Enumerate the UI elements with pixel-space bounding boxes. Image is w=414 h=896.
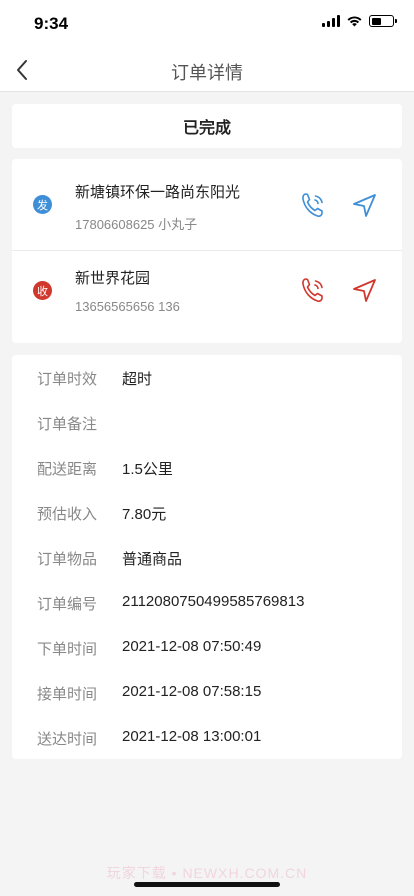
detail-value: 211208075049958576981​3 xyxy=(122,593,305,610)
detail-label: 配送距离 xyxy=(37,461,98,478)
watermark: 玩家下载 • NEWXH.COM.CN xyxy=(106,865,308,881)
order-details-card: 订单时效 超时 订单备注 配送距离 1.5公里 预估收入 7.80元 订单物品 … xyxy=(12,355,402,759)
address-card: 发 新塘镇环保一路尚东阳光 17806608625 小丸子 收 新世界花园 13… xyxy=(12,159,402,343)
detail-value: 7.80元 xyxy=(122,506,167,523)
status-time: 9:34 xyxy=(34,14,69,33)
receiver-call-button[interactable] xyxy=(298,275,328,305)
detail-row-order-number: 订单编号 211208075049958576981​3 xyxy=(12,580,402,625)
sender-badge: 发 xyxy=(33,195,52,214)
detail-row-order-time: 下单时间 2021-12-08 07:50:49 xyxy=(12,625,402,670)
detail-row-income: 预估收入 7.80元 xyxy=(12,490,402,535)
detail-row-accept-time: 接单时间 2021-12-08 07:58:15 xyxy=(12,670,402,715)
sender-row: 发 新塘镇环保一路尚东阳光 17806608625 小丸子 xyxy=(12,159,402,251)
page-title: 订单详情 xyxy=(171,63,243,83)
navigation-arrow-icon xyxy=(353,279,376,302)
detail-row-timeliness: 订单时效 超时 xyxy=(12,355,402,400)
sender-contact: 17806608625 小丸子 xyxy=(75,217,198,232)
detail-label: 订单物品 xyxy=(37,551,98,568)
detail-value: 2021-12-08 07:50:49 xyxy=(122,638,262,655)
receiver-contact: 13656565656 136 xyxy=(75,299,180,314)
home-indicator xyxy=(134,882,280,887)
navigation-arrow-icon xyxy=(353,194,376,217)
detail-value: 1.5公里 xyxy=(122,461,173,478)
detail-value: 2021-12-08 13:00:01 xyxy=(122,728,262,745)
receiver-navigate-button[interactable] xyxy=(350,275,380,305)
nav-bar: 订单详情 xyxy=(0,48,414,92)
phone-icon xyxy=(302,193,323,217)
detail-row-distance: 配送距离 1.5公里 xyxy=(12,445,402,490)
detail-label: 订单编号 xyxy=(37,596,98,613)
detail-row-goods: 订单物品 普通商品 xyxy=(12,535,402,580)
detail-value: 普通商品 xyxy=(122,551,183,568)
detail-row-delivered-time: 送达时间 2021-12-08 13:00:01 xyxy=(12,715,402,760)
detail-row-remark: 订单备注 xyxy=(12,400,402,445)
sender-address: 新塘镇环保一路尚东阳光 xyxy=(75,184,241,201)
detail-label: 送达时间 xyxy=(37,731,98,748)
receiver-badge: 收 xyxy=(33,281,52,300)
status-icons xyxy=(322,15,397,27)
phone-icon xyxy=(302,278,323,302)
receiver-row: 收 新世界花园 13656565656 136 xyxy=(12,251,402,343)
signal-icon xyxy=(322,15,340,27)
detail-label: 接单时间 xyxy=(37,686,98,703)
detail-label: 预估收入 xyxy=(37,506,98,523)
order-status-card: 已完成 xyxy=(12,104,402,148)
wifi-icon xyxy=(347,16,362,27)
detail-value: 2021-12-08 07:58:15 xyxy=(122,683,262,700)
status-bar: 9:34 xyxy=(0,0,414,48)
sender-navigate-button[interactable] xyxy=(350,190,380,220)
battery-icon xyxy=(369,15,397,27)
detail-label: 下单时间 xyxy=(37,641,98,658)
receiver-address: 新世界花园 xyxy=(75,270,151,287)
detail-label: 订单备注 xyxy=(37,416,98,433)
detail-label: 订单时效 xyxy=(37,371,98,388)
detail-value: 超时 xyxy=(122,371,153,388)
order-status: 已完成 xyxy=(182,120,231,137)
sender-call-button[interactable] xyxy=(298,190,328,220)
